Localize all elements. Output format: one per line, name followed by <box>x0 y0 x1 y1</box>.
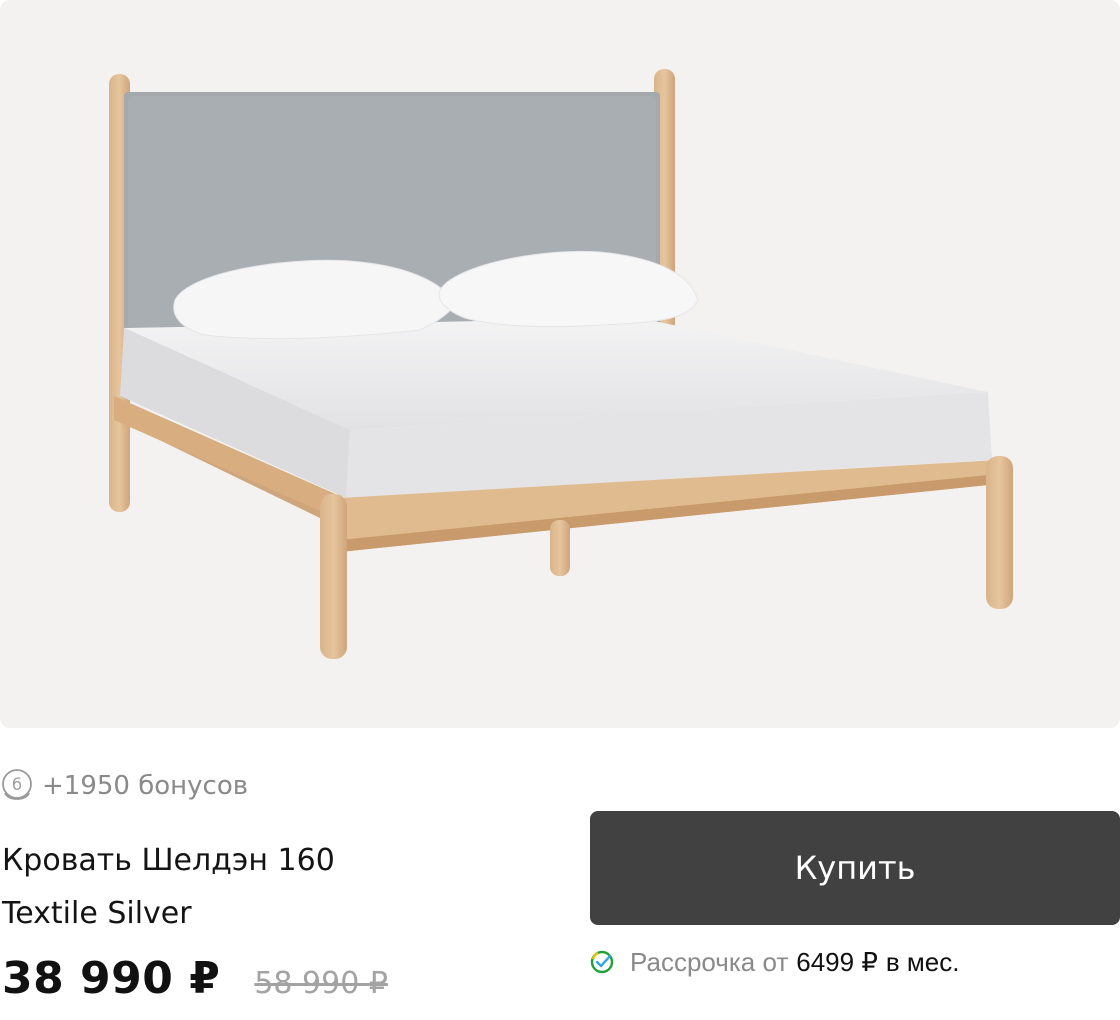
price-row: 38 990 ₽ 58 990 ₽ <box>2 953 388 1004</box>
bonus-text: +1950 бонусов <box>42 771 249 801</box>
current-price: 38 990 ₽ <box>2 953 221 1004</box>
sber-check-icon <box>590 950 614 974</box>
buy-button[interactable]: Купить <box>590 811 1120 925</box>
product-title[interactable]: Кровать Шелдэн 160 Textile Silver <box>2 834 562 940</box>
bonus-badge: б +1950 бонусов <box>0 766 248 806</box>
installment-prefix: Рассрочка от <box>630 946 789 977</box>
bed-illustration <box>109 69 1013 659</box>
product-title-line2: Textile Silver <box>2 896 192 931</box>
installment-amount: 6499 ₽ <box>796 946 878 977</box>
svg-text:б: б <box>12 775 22 794</box>
old-price: 58 990 ₽ <box>254 966 388 1001</box>
product-image[interactable] <box>0 0 1120 728</box>
installment-info[interactable]: Рассрочка от 6499 ₽ в мес. <box>590 944 959 980</box>
product-title-line1: Кровать Шелдэн 160 <box>2 843 335 878</box>
bonus-coin-icon: б <box>2 769 32 800</box>
installment-suffix: в мес. <box>885 946 960 977</box>
